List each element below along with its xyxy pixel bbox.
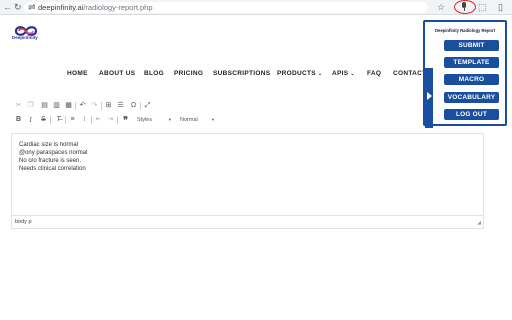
logo-text: Deepinfinity: [12, 35, 38, 40]
paste-icon[interactable]: ▤: [40, 101, 49, 111]
url-host: deepinfinity.ai: [38, 3, 84, 12]
strike-icon[interactable]: S: [39, 115, 48, 125]
styles-dropdown-label: Styles: [137, 117, 152, 123]
element-path[interactable]: body p: [15, 218, 32, 226]
bulleted-list-icon[interactable]: ⁝: [80, 115, 89, 125]
special-char-icon[interactable]: Ω: [129, 101, 138, 111]
outdent-icon[interactable]: ⇤: [94, 115, 103, 125]
nav-label: HOME: [67, 70, 88, 77]
copy-icon[interactable]: ❐: [26, 101, 35, 111]
chevron-down-icon: ⌄: [317, 71, 323, 77]
italic-icon[interactable]: I: [26, 115, 35, 125]
play-arrow-icon: [427, 92, 432, 100]
styles-dropdown[interactable]: Styles ▾: [137, 115, 171, 125]
template-button[interactable]: TEMPLATE: [444, 57, 499, 68]
toolbar-divider: [65, 116, 66, 124]
extensions-icon[interactable]: ⬚: [478, 2, 487, 13]
editor-line: Cardiac size is normal: [19, 142, 79, 148]
bookmark-star-icon[interactable]: ☆: [437, 2, 445, 13]
chevron-down-icon: ▾: [168, 117, 171, 122]
back-icon[interactable]: ←: [3, 2, 12, 13]
nav-label: BLOG: [144, 70, 164, 77]
horizontal-line-icon[interactable]: ☰: [116, 101, 125, 111]
toolbar-divider: [101, 102, 102, 110]
radiology-extension-popup: Deepinfinity Radiology Report SUBMIT TEM…: [423, 20, 507, 128]
cut-icon[interactable]: ✂: [14, 101, 23, 111]
table-icon[interactable]: ⊞: [104, 101, 113, 111]
redo-icon[interactable]: ↷: [90, 101, 99, 111]
microphone-extension-icon[interactable]: [461, 2, 467, 12]
chevron-down-icon: ⌄: [350, 71, 355, 77]
nav-products[interactable]: PRODUCTS ⌄: [277, 69, 322, 79]
editor-status-bar: body p ◢: [11, 216, 484, 229]
toolbar-divider: [50, 116, 51, 124]
nav-label: PRODUCTS: [277, 70, 316, 77]
url-text[interactable]: deepinfinity.ai/radiology-report.php: [38, 2, 153, 13]
blockquote-icon[interactable]: ❞: [121, 115, 130, 125]
submit-button[interactable]: SUBMIT: [444, 40, 499, 51]
editor-line: Needs clinical correlation: [19, 166, 86, 172]
popup-collapse-tab[interactable]: [425, 68, 433, 128]
nav-contact[interactable]: CONTACT: [393, 69, 426, 79]
undo-icon[interactable]: ↶: [78, 101, 87, 111]
browser-toolbar: ← ↻ ⇌ deepinfinity.ai/radiology-report.p…: [0, 0, 512, 15]
indent-icon[interactable]: ⇥: [106, 115, 115, 125]
toolbar-divider: [140, 102, 141, 110]
format-dropdown[interactable]: Normal ▾: [180, 115, 214, 125]
toolbar-divider: [117, 116, 118, 124]
site-info-icon[interactable]: ⇌: [28, 2, 36, 13]
nav-label: APIS: [332, 70, 349, 77]
nav-label: CONTACT: [393, 70, 427, 77]
nav-label: PRICING: [174, 70, 204, 77]
toolbar-divider: [91, 116, 92, 124]
resize-grip-icon[interactable]: ◢: [477, 220, 481, 226]
paste-word-icon[interactable]: ▦: [64, 101, 73, 111]
nav-blog[interactable]: BLOG: [144, 69, 164, 79]
url-path: /radiology-report.php: [83, 3, 153, 12]
nav-label: FAQ: [367, 70, 382, 77]
log-out-button[interactable]: LOG OUT: [444, 109, 499, 120]
chevron-down-icon: ▾: [211, 117, 214, 122]
nav-faq[interactable]: FAQ: [367, 69, 381, 79]
nav-about-us[interactable]: ABOUT US: [99, 69, 135, 79]
remove-format-icon[interactable]: T̶: [54, 115, 63, 125]
sidebar-icon[interactable]: ▯: [498, 2, 503, 13]
nav-subscriptions[interactable]: SUBSCRIPTIONS: [213, 69, 270, 79]
format-dropdown-label: Normal: [180, 117, 198, 123]
reload-icon[interactable]: ↻: [14, 2, 22, 13]
bold-icon[interactable]: B: [14, 115, 23, 125]
numbered-list-icon[interactable]: ≡: [68, 115, 77, 125]
maximize-icon[interactable]: ⤢: [143, 101, 152, 111]
macro-button[interactable]: MACRO: [444, 74, 499, 85]
vocabulary-button[interactable]: VOCABULARY: [444, 92, 499, 103]
nav-label: ABOUT US: [99, 70, 136, 77]
report-editor[interactable]: Cardiac size is normal @ony paraspaces n…: [11, 133, 484, 216]
nav-label: SUBSCRIPTIONS: [213, 70, 271, 77]
editor-line: @ony paraspaces normal: [19, 150, 88, 156]
popup-title: Deepinfinity Radiology Report: [434, 28, 496, 33]
toolbar-divider: [75, 102, 76, 110]
nav-pricing[interactable]: PRICING: [174, 69, 203, 79]
nav-home[interactable]: HOME: [67, 69, 88, 79]
paste-text-icon[interactable]: ▥: [52, 101, 61, 111]
nav-apis[interactable]: APIS ⌄: [332, 69, 355, 79]
editor-line: No o/o fracture is seen.: [19, 158, 82, 164]
